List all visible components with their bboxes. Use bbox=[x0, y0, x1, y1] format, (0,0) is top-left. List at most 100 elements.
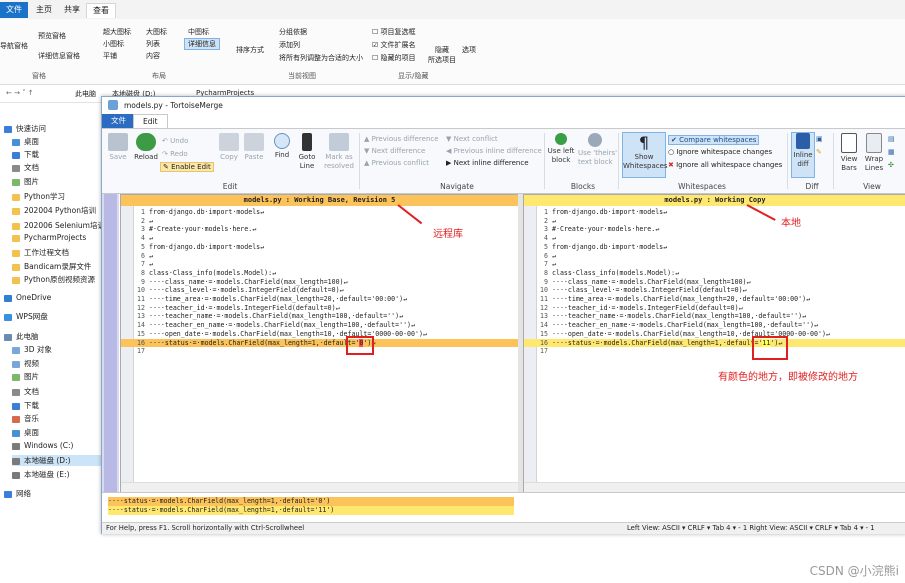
layout-large-icons[interactable]: 大图标 bbox=[146, 27, 167, 37]
next-inline-button[interactable]: ▶ Next inline difference bbox=[446, 159, 529, 167]
nav-item[interactable]: 桌面 bbox=[12, 427, 39, 438]
save-button[interactable]: Save bbox=[106, 133, 130, 162]
wrap-lines-button[interactable]: Wrap Lines bbox=[863, 133, 885, 173]
code-line: 8 class·Class_info(models.Model):↵ bbox=[121, 269, 518, 278]
nav-item[interactable]: OneDrive bbox=[4, 293, 51, 302]
nav-item[interactable]: 202004 Python培训 bbox=[12, 205, 96, 216]
nav-item[interactable]: 文档 bbox=[12, 162, 39, 173]
nav-item-label: 文档 bbox=[24, 163, 39, 172]
nav-pane-button[interactable]: 导航窗格 bbox=[0, 41, 28, 51]
breadcrumb-this-pc[interactable]: 此电脑 bbox=[75, 89, 96, 99]
view-option-1-icon[interactable]: ▤ bbox=[888, 135, 895, 143]
right-pane[interactable]: models.py : Working Copy 1 from·django.db… bbox=[523, 194, 905, 494]
nav-item[interactable]: 图片 bbox=[12, 371, 39, 382]
nav-item[interactable]: 本地磁盘 (E:) bbox=[12, 469, 70, 480]
find-button[interactable]: Find bbox=[272, 133, 292, 160]
item-checkboxes[interactable]: ☐ 项目复选框 bbox=[372, 27, 416, 37]
folder-icon bbox=[4, 490, 12, 498]
nav-item[interactable]: 此电脑 bbox=[4, 331, 39, 342]
copy-icon bbox=[219, 133, 239, 151]
reload-button[interactable]: Reload bbox=[133, 133, 159, 162]
options-button[interactable]: 选项 bbox=[462, 45, 476, 55]
show-whitespaces-button[interactable]: ¶ Show Whitespaces bbox=[622, 132, 668, 178]
nav-item[interactable]: PycharmProjects bbox=[12, 233, 86, 242]
inline-diff-button[interactable]: Inline diff bbox=[791, 132, 815, 178]
mark-resolved-button[interactable]: Mark as resolved bbox=[323, 133, 355, 171]
file-extensions-checkbox[interactable]: ☑ 文件扩展名 bbox=[372, 40, 416, 50]
enable-edit-button[interactable]: ✎ Enable Edit bbox=[160, 162, 214, 172]
nav-item[interactable]: 图片 bbox=[12, 176, 39, 187]
diff-option-brush-icon[interactable]: ✎ bbox=[816, 148, 822, 156]
line-number: 3 bbox=[141, 225, 145, 234]
nav-item[interactable]: 本地磁盘 (D:) bbox=[12, 455, 102, 466]
nav-item[interactable]: Python原创视频资源 bbox=[12, 274, 95, 285]
hide-selected-button[interactable]: 隐藏 所选项目 bbox=[428, 45, 456, 65]
status-view-info[interactable]: Left View: ASCII ▾ CRLF ▾ Tab 4 ▾ - 1 Ri… bbox=[627, 523, 875, 534]
redo-button[interactable]: ↷ Redo bbox=[162, 150, 188, 158]
nav-item[interactable]: 3D 对象 bbox=[12, 344, 52, 355]
prev-conflict-button[interactable]: ▲ Previous conflict bbox=[364, 159, 429, 167]
layout-list[interactable]: 列表 bbox=[146, 39, 160, 49]
tab-edit[interactable]: Edit bbox=[133, 114, 168, 129]
copy-button[interactable]: Copy bbox=[218, 133, 240, 162]
diff-option-w-icon[interactable]: ▣ bbox=[816, 135, 823, 143]
view-option-2-icon[interactable]: ▦ bbox=[888, 148, 895, 156]
line-number: 17 bbox=[540, 347, 548, 356]
nav-item[interactable]: 网络 bbox=[4, 488, 31, 499]
tab-file[interactable]: 文件 bbox=[0, 2, 28, 18]
nav-item-label: Windows (C:) bbox=[24, 441, 74, 450]
back-forward-icons[interactable]: ← → ˅ ↑ bbox=[6, 89, 34, 97]
nav-item[interactable]: 视频 bbox=[12, 358, 39, 369]
nav-item[interactable]: 202006 Selenium培训 bbox=[12, 220, 105, 231]
layout-content[interactable]: 内容 bbox=[146, 51, 160, 61]
nav-item[interactable]: 桌面 bbox=[12, 136, 39, 147]
nav-item[interactable]: Python学习 bbox=[12, 191, 65, 202]
layout-details[interactable]: 详细信息 bbox=[184, 38, 220, 50]
details-pane-button[interactable]: 详细信息窗格 bbox=[38, 51, 80, 61]
separator bbox=[787, 133, 788, 189]
nav-item[interactable]: 文档 bbox=[12, 386, 39, 397]
prev-inline-button[interactable]: ◀ Previous inline difference bbox=[446, 147, 542, 155]
size-columns-button[interactable]: 将所有列调整为合适的大小 bbox=[279, 53, 363, 63]
paste-button[interactable]: Paste bbox=[242, 133, 266, 162]
nav-item[interactable]: Windows (C:) bbox=[12, 441, 73, 450]
layout-medium-icons[interactable]: 中图标 bbox=[188, 27, 209, 37]
hidden-items-checkbox[interactable]: ☐ 隐藏的项目 bbox=[372, 53, 416, 63]
undo-button[interactable]: ↶ Undo bbox=[162, 137, 188, 145]
folder-icon bbox=[12, 276, 20, 284]
tab-file-menu[interactable]: 文件 bbox=[102, 114, 135, 128]
ignore-all-ws-option[interactable]: ✖ Ignore all whitespace changes bbox=[668, 161, 782, 169]
prev-diff-button[interactable]: ▲ Previous difference bbox=[364, 135, 439, 143]
layout-tiles[interactable]: 平铺 bbox=[103, 51, 117, 61]
view-bars-label: View Bars bbox=[840, 155, 858, 172]
next-conflict-button[interactable]: ▼ Next conflict bbox=[446, 135, 498, 143]
nav-item[interactable]: Bandicam录屏文件 bbox=[12, 261, 91, 272]
preview-pane-button[interactable]: 预览窗格 bbox=[38, 31, 66, 41]
group-layout-label: 布局 bbox=[152, 72, 166, 80]
view-option-3-icon[interactable]: ✣ bbox=[888, 161, 894, 169]
sort-by-button[interactable]: 排序方式 bbox=[236, 45, 264, 55]
layout-xl-icons[interactable]: 超大图标 bbox=[103, 27, 131, 37]
ignore-ws-changes-option[interactable]: ○ Ignore whitespace changes bbox=[668, 148, 772, 156]
tab-share[interactable]: 共享 bbox=[58, 3, 86, 17]
use-left-block-button[interactable]: Use left block bbox=[547, 133, 575, 165]
group-by-button[interactable]: 分组依据 bbox=[279, 27, 307, 37]
nav-item[interactable]: 下载 bbox=[12, 400, 39, 411]
nav-item-label: Python学习 bbox=[24, 192, 65, 201]
location-bar[interactable] bbox=[102, 194, 119, 494]
nav-item[interactable]: WPS网盘 bbox=[4, 311, 48, 322]
nav-item[interactable]: 下载 bbox=[12, 149, 39, 160]
tab-view[interactable]: 查看 bbox=[86, 3, 116, 18]
view-bars-button[interactable]: View Bars bbox=[838, 133, 860, 173]
add-columns-button[interactable]: 添加列 bbox=[279, 40, 300, 50]
compare-whitespaces-option[interactable]: ✔ Compare whitespaces bbox=[668, 135, 760, 145]
layout-small-icons[interactable]: 小图标 bbox=[103, 39, 124, 49]
nav-item[interactable]: 音乐 bbox=[12, 413, 39, 424]
line-number: 15 bbox=[137, 329, 145, 338]
nav-item[interactable]: 工作过程文档 bbox=[12, 247, 69, 258]
goto-line-button[interactable]: Goto Line bbox=[296, 133, 318, 171]
use-theirs-block-button[interactable]: Use 'theirs' text block bbox=[578, 133, 617, 167]
next-diff-button[interactable]: ▼ Next difference bbox=[364, 147, 425, 155]
tab-home[interactable]: 主页 bbox=[30, 3, 58, 17]
nav-item[interactable]: 快速访问 bbox=[4, 123, 46, 134]
